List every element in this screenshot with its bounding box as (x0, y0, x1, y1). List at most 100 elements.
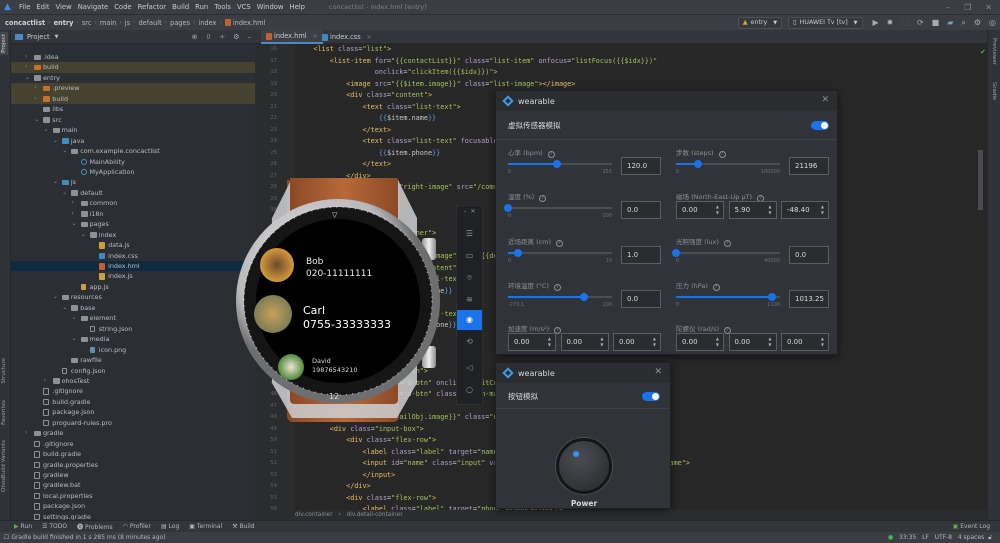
breadcrumb-file[interactable]: index.hml (233, 19, 266, 27)
profile-icon[interactable]: ⟳ (917, 18, 924, 27)
chevron-down-icon[interactable]: ⌄ (62, 146, 67, 156)
virtual-sensor-toggle[interactable] (811, 121, 829, 130)
chevron-down-icon[interactable]: ⌄ (25, 73, 30, 83)
tool-profiler[interactable]: ◠ Profiler (123, 523, 151, 530)
smartwatch-simulator[interactable]: ▽ 12 Bob 020-11111111 Carl 0755-33333333… (232, 178, 457, 426)
tree-item[interactable]: proguard-rules.pro (11, 418, 255, 428)
menu-file[interactable]: File (19, 3, 30, 11)
sensor-value-input[interactable]: 0.0 (789, 246, 829, 264)
tree-item[interactable]: package.json (11, 501, 255, 511)
tree-item[interactable]: rawfile (11, 355, 255, 365)
spin-arrows-icon[interactable]: ▲ ▼ (653, 336, 656, 347)
help-icon[interactable]: ? (539, 195, 547, 202)
debug-icon[interactable]: ✹ (887, 18, 894, 27)
chevron-down-icon[interactable]: ⌄ (62, 303, 67, 313)
help-icon[interactable]: ? (556, 240, 564, 247)
breadcrumb-default[interactable]: default (138, 19, 161, 27)
gyro-spinbox[interactable]: 0.00 ▲ ▼ (676, 333, 724, 351)
tree-item[interactable]: config.json (11, 366, 255, 376)
tree-item[interactable]: data.js (11, 240, 255, 250)
breadcrumb-project[interactable]: concactlist (5, 19, 45, 27)
sensor-slider[interactable] (672, 249, 780, 257)
line-separator[interactable]: LF (922, 534, 929, 541)
code-line[interactable]: <list class="list"> (297, 44, 391, 56)
rotate-icon[interactable]: ⟲ (457, 332, 482, 352)
contact-avatar-bob[interactable] (260, 248, 294, 282)
tree-item[interactable]: ⌄ media (11, 334, 255, 344)
home-icon[interactable]: ○ (457, 380, 482, 400)
spin-arrows-icon[interactable]: ▲ ▼ (548, 336, 551, 347)
tree-item[interactable]: icon.png (11, 345, 255, 355)
code-line[interactable]: </div> (297, 481, 371, 493)
spin-arrows-icon[interactable]: ▲ ▼ (821, 336, 824, 347)
chevron-down-icon[interactable]: ⌄ (44, 125, 49, 135)
accel-spinbox[interactable]: 0.00 ▲ ▼ (613, 333, 661, 351)
expand-all-icon[interactable]: ⇳ (205, 33, 211, 41)
sensor-value-input[interactable]: 1.0 (621, 246, 661, 264)
tree-item[interactable]: gradlew.bat (11, 480, 255, 490)
help-icon[interactable]: ? (547, 151, 555, 158)
contact-phone[interactable]: 020-11111111 (306, 269, 372, 279)
code-line[interactable]: onclick="clickItem({{$idx}})"> (297, 67, 498, 79)
tree-item[interactable]: local.properties (11, 491, 255, 501)
tree-item[interactable]: .gitignore (11, 386, 255, 396)
file-encoding[interactable]: UTF-8 (935, 534, 953, 541)
tree-item[interactable]: ⌄ element (11, 313, 255, 323)
tool-run[interactable]: ▶ Run (14, 523, 32, 530)
tool-terminal[interactable]: ▣ Terminal (189, 523, 222, 530)
tree-item[interactable]: › build (11, 93, 255, 105)
chevron-down-icon[interactable]: ⌄ (53, 292, 58, 302)
code-line[interactable]: </text> (297, 125, 391, 137)
gyro-spinbox[interactable]: 0.00 ▲ ▼ (781, 333, 829, 351)
gear-icon[interactable]: ⚙ (233, 33, 239, 41)
account-icon[interactable]: ◎ (989, 18, 996, 27)
slider-handle[interactable] (767, 293, 776, 301)
tree-item[interactable]: index.css (11, 251, 255, 261)
tree-item[interactable]: › .preview (11, 83, 255, 94)
tree-item[interactable]: ⌄ src (11, 115, 255, 125)
maximize-button[interactable]: ❐ (964, 3, 971, 12)
breadcrumb-js[interactable]: js (125, 19, 130, 27)
tree-item[interactable]: MainAbility (11, 157, 255, 167)
tree-item[interactable]: build.gradle (11, 397, 255, 407)
sensor-slider[interactable] (508, 293, 612, 301)
event-log-button[interactable]: ▣ Event Log (953, 523, 990, 530)
menu-view[interactable]: View (56, 3, 72, 11)
run-config-select[interactable]: ▲ entry ▼ (737, 16, 783, 29)
sensor-value-input[interactable]: 0.0 (621, 201, 661, 219)
tree-item[interactable]: index.js (11, 271, 255, 281)
tree-item[interactable]: ⌄ resources (11, 292, 255, 302)
help-icon[interactable]: ? (723, 240, 731, 247)
code-line[interactable]: <list-item for="{{contactList}}" class="… (297, 56, 657, 68)
tab-index-hml[interactable]: index.hml ✕ (261, 30, 323, 44)
slider-handle[interactable] (504, 204, 512, 212)
gyro-spinbox[interactable]: 0.00 ▲ ▼ (728, 333, 777, 351)
chevron-right-icon[interactable]: › (25, 428, 27, 438)
slider-handle[interactable] (579, 293, 588, 301)
code-line[interactable]: <div class="flex-row"> (297, 493, 436, 505)
device-select[interactable]: ▯ HUAWEI Tv [tv] ▼ (788, 16, 863, 29)
chevron-right-icon[interactable]: › (34, 83, 36, 93)
tree-item[interactable]: › .idea (11, 52, 255, 62)
button-sim-toggle[interactable] (642, 392, 660, 401)
tree-item[interactable]: libs (11, 104, 255, 114)
tree-item[interactable]: ⌄ java (11, 136, 255, 146)
contact-phone[interactable]: 19876543210 (312, 366, 358, 374)
close-icon[interactable]: ✕ (654, 367, 662, 377)
code-line[interactable]: <div class="content"> (297, 90, 432, 102)
magnet-spinbox[interactable]: 0.00 ▲ ▼ (676, 201, 724, 219)
contact-name[interactable]: Bob (306, 257, 324, 267)
gradle-tool-button[interactable]: Gradle (991, 82, 997, 100)
chevron-right-icon[interactable]: › (44, 376, 46, 386)
menu-run[interactable]: Run (195, 3, 208, 11)
accel-spinbox[interactable]: 0.00 ▲ ▼ (508, 333, 556, 351)
caret-position[interactable]: 33:35 (899, 534, 916, 541)
tree-item[interactable]: string.json (11, 324, 255, 334)
menu-navigate[interactable]: Navigate (78, 3, 109, 11)
chevron-down-icon[interactable]: ⌄ (62, 188, 67, 198)
editor-scrollbar[interactable] (978, 150, 983, 210)
code-line[interactable]: <image src="{{$item.image}}" class="list… (297, 79, 575, 91)
menu-tools[interactable]: Tools (214, 3, 231, 11)
build-variants-tool-button[interactable]: OhosBuild Variants (1, 440, 7, 492)
sensor-slider[interactable] (676, 293, 780, 301)
